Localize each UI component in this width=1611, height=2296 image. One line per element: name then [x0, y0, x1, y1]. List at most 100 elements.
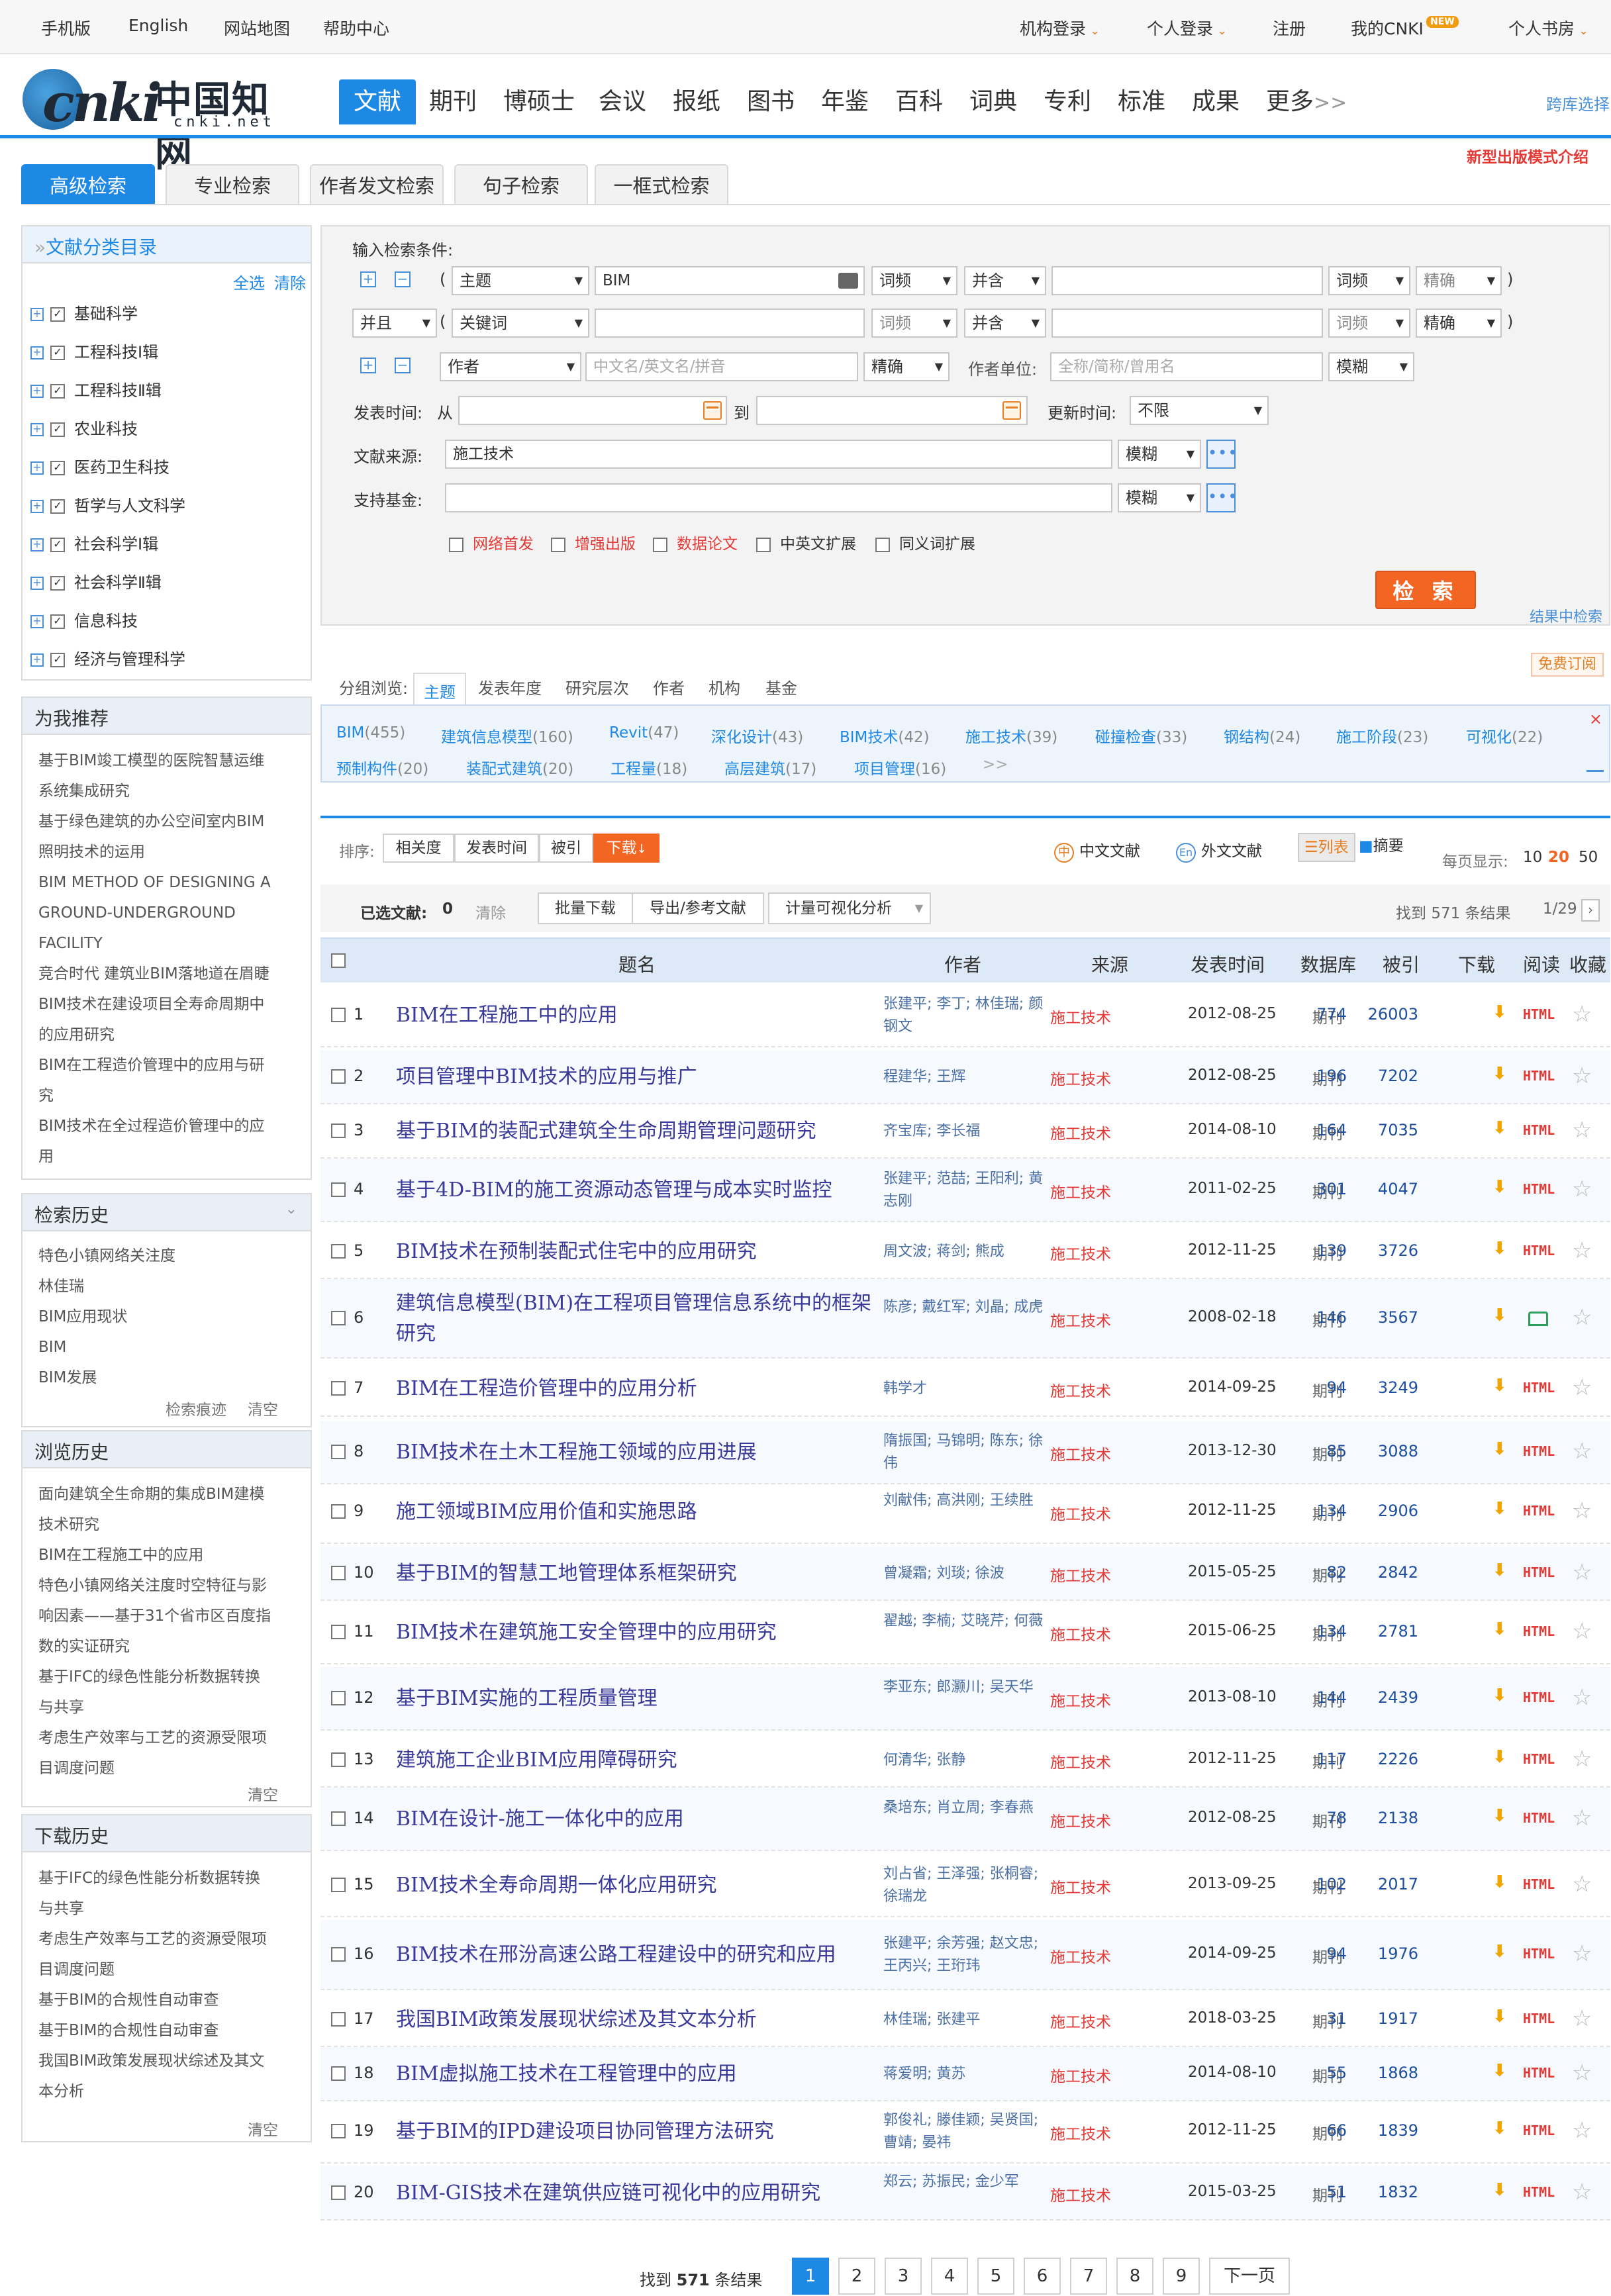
- nav-item-dictionary[interactable]: 词典: [955, 79, 1032, 124]
- favorite-star-icon[interactable]: ☆: [1572, 1746, 1592, 1772]
- cnki-logo[interactable]: cnki 中国知网 cnki.net: [23, 64, 294, 175]
- logic-select-2[interactable]: 并且 ▼: [352, 309, 437, 338]
- download-item[interactable]: 基于BIM的合规性自动审查: [38, 2015, 303, 2046]
- expand-icon[interactable]: +: [30, 461, 44, 475]
- row-checkbox[interactable]: [331, 2124, 346, 2138]
- group-tab-level[interactable]: 研究层次: [565, 675, 629, 698]
- download-icon[interactable]: ⬇: [1492, 2119, 1507, 2138]
- row-checkbox[interactable]: [331, 2012, 346, 2027]
- recommend-item[interactable]: BIM METHOD OF DESIGNING A GROUND-UNDERGRO…: [38, 867, 303, 959]
- favorite-star-icon[interactable]: ☆: [1572, 1805, 1592, 1831]
- row-authors[interactable]: 周文波; 蒋剑; 熊成: [883, 1241, 1049, 1263]
- row-title-link[interactable]: BIM在设计-施工一体化中的应用: [396, 1804, 879, 1835]
- search-term-input-1[interactable]: BIM: [595, 266, 865, 295]
- author-name-input[interactable]: 中文名/英文名/拼音: [585, 352, 858, 381]
- row-download-count[interactable]: 26003: [1368, 1005, 1418, 1024]
- browse-item[interactable]: 面向建筑全生命期的集成BIM建模 技术研究: [38, 1479, 303, 1540]
- favorite-star-icon[interactable]: ☆: [1572, 1304, 1592, 1331]
- category-item[interactable]: + ✓ 信息科技: [30, 608, 138, 634]
- favorite-star-icon[interactable]: ☆: [1572, 2005, 1592, 2032]
- next-page-link[interactable]: 下一页: [1209, 2258, 1290, 2295]
- category-checkbox[interactable]: ✓: [50, 384, 65, 399]
- viz-analysis-dropdown[interactable]: 计量可视化分析 ▼: [768, 892, 931, 924]
- category-checkbox[interactable]: ✓: [50, 346, 65, 360]
- row-source[interactable]: 施工技术: [1050, 1005, 1111, 1028]
- row-title-link[interactable]: 基于BIM的IPD建设项目协同管理方法研究: [396, 2117, 879, 2147]
- download-item[interactable]: 基于IFC的绿色性能分析数据转换 与共享: [38, 1863, 303, 1924]
- row-source[interactable]: 施工技术: [1050, 1378, 1111, 1401]
- recommend-item[interactable]: 基于BIM竣工模型的医院智慧运维 系统集成研究: [38, 745, 303, 806]
- favorite-star-icon[interactable]: ☆: [1572, 1438, 1592, 1464]
- expand-icon[interactable]: +: [30, 308, 44, 321]
- download-item[interactable]: 考虑生产效率与工艺的资源受限项 目调度问题: [38, 1924, 303, 1985]
- read-html-link[interactable]: HTML: [1523, 1068, 1555, 1084]
- row-checkbox[interactable]: [331, 1311, 346, 1325]
- category-checkbox[interactable]: ✓: [50, 538, 65, 552]
- row-download-count[interactable]: 3726: [1378, 1241, 1418, 1260]
- row-source[interactable]: 施工技术: [1050, 2009, 1111, 2032]
- row-checkbox[interactable]: [331, 2185, 346, 2200]
- combine-select-1[interactable]: 并含 ▼: [964, 266, 1046, 295]
- nav-item-encyclopedia[interactable]: 百科: [881, 79, 957, 124]
- sitemap-link[interactable]: 网站地图: [224, 16, 290, 40]
- row-download-count[interactable]: 2439: [1378, 1688, 1418, 1707]
- freq-select-2[interactable]: 词频 ▼: [871, 309, 957, 338]
- per-page-10[interactable]: 10: [1523, 849, 1542, 866]
- sort-download-button[interactable]: 下载↓: [593, 834, 659, 863]
- row-cited-count[interactable]: 51: [1326, 2183, 1347, 2201]
- row-title-link[interactable]: BIM技术在预制装配式住宅中的应用研究: [396, 1237, 879, 1267]
- org-input[interactable]: 全称/简称/曾用名: [1050, 352, 1323, 381]
- row-title-link[interactable]: BIM在工程造价管理中的应用分析: [396, 1374, 879, 1404]
- download-icon[interactable]: ⬇: [1492, 1306, 1507, 1325]
- calendar-icon[interactable]: [703, 401, 722, 420]
- row-source[interactable]: 施工技术: [1050, 1067, 1111, 1089]
- row-authors[interactable]: 郑云; 苏振民; 金少军: [883, 2171, 1049, 2193]
- read-html-link[interactable]: HTML: [1523, 1503, 1555, 1519]
- row-authors[interactable]: 何清华; 张静: [883, 1749, 1049, 1772]
- read-html-link[interactable]: HTML: [1523, 2065, 1555, 2081]
- row-title-link[interactable]: 建筑施工企业BIM应用障碍研究: [396, 1745, 879, 1776]
- group-item[interactable]: 预制构件(20): [336, 756, 428, 779]
- row-download-count[interactable]: 3088: [1378, 1442, 1418, 1460]
- category-checkbox[interactable]: ✓: [50, 614, 65, 629]
- cross-db-select-link[interactable]: 跨库选择: [1546, 91, 1610, 115]
- history-item[interactable]: 林佳瑞: [38, 1271, 303, 1302]
- nav-item-newspaper[interactable]: 报纸: [658, 79, 735, 124]
- freq-select-1b[interactable]: 词频 ▼: [1328, 266, 1410, 295]
- download-icon[interactable]: ⬇: [1492, 1177, 1507, 1197]
- add-author-row-icon[interactable]: +: [360, 358, 376, 373]
- group-item[interactable]: BIM(455): [336, 724, 405, 741]
- tab-advanced-search[interactable]: 高级检索: [21, 164, 155, 205]
- row-title-link[interactable]: 基于BIM实施的工程质量管理: [396, 1684, 879, 1714]
- nav-item-conference[interactable]: 会议: [584, 79, 661, 124]
- row-authors[interactable]: 李亚东; 郎灏川; 吴天华: [883, 1676, 1049, 1699]
- expand-icon[interactable]: +: [30, 500, 44, 513]
- category-item[interactable]: + ✓ 经济与管理科学: [30, 646, 185, 673]
- expand-icon[interactable]: +: [30, 538, 44, 551]
- search-term-input-2b[interactable]: [1051, 309, 1323, 338]
- row-authors[interactable]: 张建平; 李丁; 林佳瑞; 颜钢文: [883, 993, 1049, 1038]
- option-checkbox[interactable]: [653, 537, 667, 552]
- row-checkbox[interactable]: [331, 1691, 346, 1705]
- page-button-1[interactable]: 1: [792, 2258, 829, 2295]
- next-page-button[interactable]: ›: [1581, 899, 1600, 922]
- row-checkbox[interactable]: [331, 1381, 346, 1396]
- row-source[interactable]: 施工技术: [1050, 2064, 1111, 2086]
- favorite-star-icon[interactable]: ☆: [1572, 1498, 1592, 1524]
- nav-item-achievement[interactable]: 成果: [1177, 79, 1254, 124]
- english-link[interactable]: English: [128, 16, 188, 35]
- page-button-5[interactable]: 5: [977, 2258, 1014, 2295]
- category-checkbox[interactable]: ✓: [50, 422, 65, 437]
- row-title-link[interactable]: BIM虚拟施工技术在工程管理中的应用: [396, 2059, 879, 2089]
- history-item[interactable]: BIM: [38, 1332, 303, 1363]
- page-button-4[interactable]: 4: [931, 2258, 968, 2295]
- row-checkbox[interactable]: [331, 1445, 346, 1459]
- row-authors[interactable]: 桑培东; 肖立周; 李春燕: [883, 1797, 1049, 1819]
- row-title-link[interactable]: BIM技术在建筑施工安全管理中的应用研究: [396, 1617, 879, 1648]
- group-item[interactable]: 工程量(18): [610, 756, 687, 779]
- row-authors[interactable]: 刘献伟; 高洪刚; 王续胜: [883, 1490, 1049, 1512]
- row-cited-count[interactable]: 301: [1316, 1180, 1347, 1198]
- read-html-link[interactable]: HTML: [1523, 1243, 1555, 1259]
- keyboard-icon[interactable]: [838, 273, 858, 289]
- browse-item[interactable]: 考虑生产效率与工艺的资源受限项 目调度问题: [38, 1723, 303, 1784]
